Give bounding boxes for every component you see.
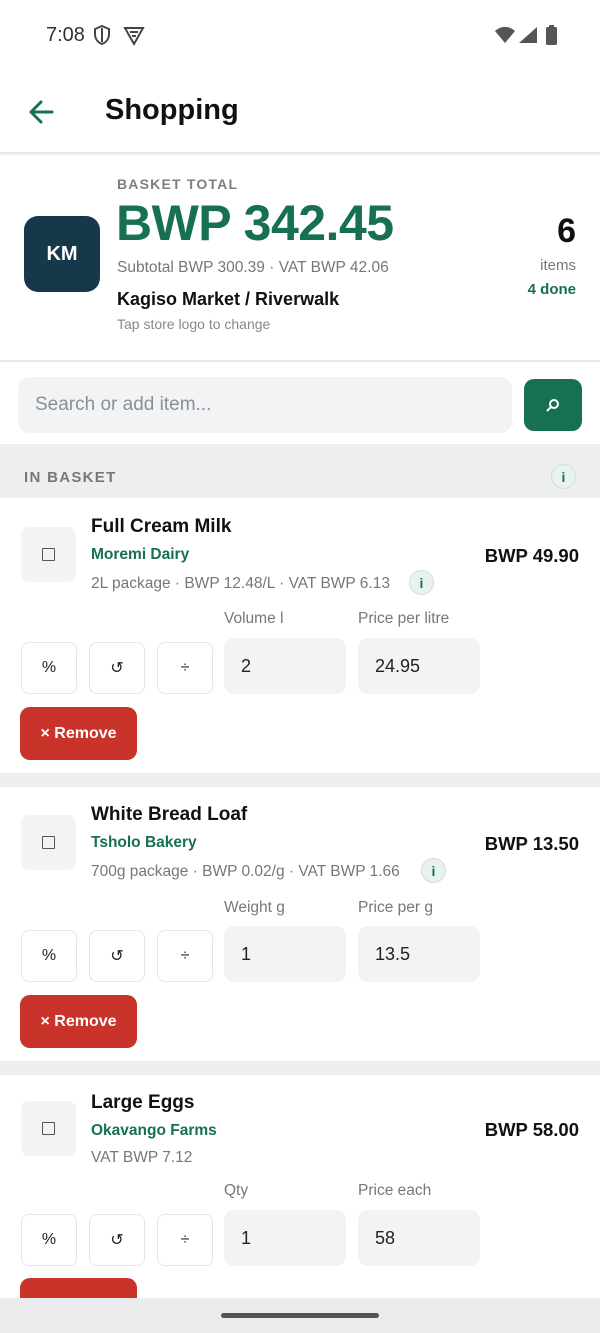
item-count-label: items	[540, 257, 576, 274]
unit-price-label: Price per g	[358, 899, 433, 916]
remove-button[interactable]	[20, 1278, 137, 1298]
item-brand: Tsholo Bakery	[91, 834, 197, 851]
basket-total-label: BASKET TOTAL	[117, 176, 239, 192]
back-button[interactable]	[26, 96, 58, 128]
quantity-label: Qty	[224, 1182, 249, 1199]
section-info-button[interactable]: i	[551, 464, 576, 489]
basket-item: White Bread Loaf Tsholo Bakery 700g pack…	[0, 787, 600, 1061]
item-count: 6	[557, 212, 576, 250]
remove-button[interactable]: × Remove	[20, 707, 137, 760]
in-basket-header: IN BASKET i	[0, 444, 600, 498]
section-title: IN BASKET	[24, 469, 117, 486]
quantity-label: Weight g	[224, 899, 285, 916]
checkbox-icon	[42, 1122, 55, 1135]
divide-button[interactable]: ÷	[157, 642, 213, 694]
unit-price-input[interactable]	[358, 926, 480, 982]
home-handle[interactable]	[221, 1313, 379, 1318]
quantity-input[interactable]	[224, 926, 346, 982]
checkbox-icon	[42, 836, 55, 849]
divide-button[interactable]: ÷	[157, 1214, 213, 1266]
done-count: 4 done	[527, 281, 576, 298]
status-bar: 7:08	[0, 0, 600, 72]
store-logo-button[interactable]: KM	[24, 216, 100, 292]
store-name: Kagiso Market / Riverwalk	[117, 289, 340, 309]
unit-price-label: Price each	[358, 1182, 432, 1199]
item-price: BWP 58.00	[484, 1119, 579, 1140]
reset-button[interactable]: ↺	[89, 642, 145, 694]
status-time: 7:08	[46, 24, 85, 46]
item-brand: Moremi Dairy	[91, 546, 190, 563]
item-name: Large Eggs	[91, 1092, 195, 1113]
signal-icon	[519, 27, 537, 43]
basket-item: Full Cream Milk Moremi Dairy 2L package …	[0, 498, 600, 773]
quantity-input[interactable]	[224, 1210, 346, 1266]
vpn-icon	[123, 27, 145, 46]
discount-button[interactable]: %	[21, 930, 77, 982]
shield-icon	[94, 24, 110, 46]
search-row	[0, 364, 600, 444]
item-brand: Okavango Farms	[91, 1122, 217, 1139]
item-info-button[interactable]: i	[409, 570, 434, 595]
app-bar: Shopping	[0, 72, 600, 154]
wifi-icon	[495, 26, 515, 43]
item-detail: 700g package · BWP 0.02/g · VAT BWP 1.66	[91, 863, 400, 880]
discount-button[interactable]: %	[21, 642, 77, 694]
search-button[interactable]	[524, 379, 582, 431]
basket-item: Large Eggs Okavango Farms VAT BWP 7.12 B…	[0, 1075, 600, 1298]
item-price: BWP 13.50	[484, 833, 579, 854]
quantity-input[interactable]	[224, 638, 346, 694]
remove-button[interactable]: × Remove	[20, 995, 137, 1048]
store-hint: Tap store logo to change	[117, 316, 271, 332]
item-detail: VAT BWP 7.12	[91, 1149, 193, 1166]
basket-total-value: BWP 342.45	[116, 195, 394, 251]
checkbox-icon	[42, 548, 55, 561]
search-input[interactable]	[18, 377, 512, 433]
subtotal-text: Subtotal BWP 300.39 · VAT BWP 42.06	[117, 259, 389, 276]
item-name: White Bread Loaf	[91, 804, 248, 825]
item-divider	[0, 773, 600, 787]
reset-button[interactable]: ↺	[89, 1214, 145, 1266]
basket-summary: KM BASKET TOTAL BWP 342.45 Subtotal BWP …	[0, 156, 600, 362]
divide-button[interactable]: ÷	[157, 930, 213, 982]
item-checkbox[interactable]	[21, 527, 76, 582]
reset-button[interactable]: ↺	[89, 930, 145, 982]
item-checkbox[interactable]	[21, 815, 76, 870]
item-price: BWP 49.90	[484, 545, 579, 566]
battery-icon	[546, 25, 557, 45]
arrow-left-icon	[29, 100, 54, 124]
item-info-button[interactable]: i	[421, 858, 446, 883]
unit-price-label: Price per litre	[358, 610, 450, 627]
unit-price-input[interactable]	[358, 1210, 480, 1266]
unit-price-input[interactable]	[358, 638, 480, 694]
system-nav-bar	[0, 1298, 600, 1333]
item-divider	[0, 1061, 600, 1075]
item-name: Full Cream Milk	[91, 516, 232, 537]
discount-button[interactable]: %	[21, 1214, 77, 1266]
quantity-label: Volume l	[224, 610, 284, 627]
item-detail: 2L package · BWP 12.48/L · VAT BWP 6.13	[91, 575, 390, 592]
page-title: Shopping	[105, 94, 239, 126]
search-icon	[546, 399, 559, 412]
item-checkbox[interactable]	[21, 1101, 76, 1156]
